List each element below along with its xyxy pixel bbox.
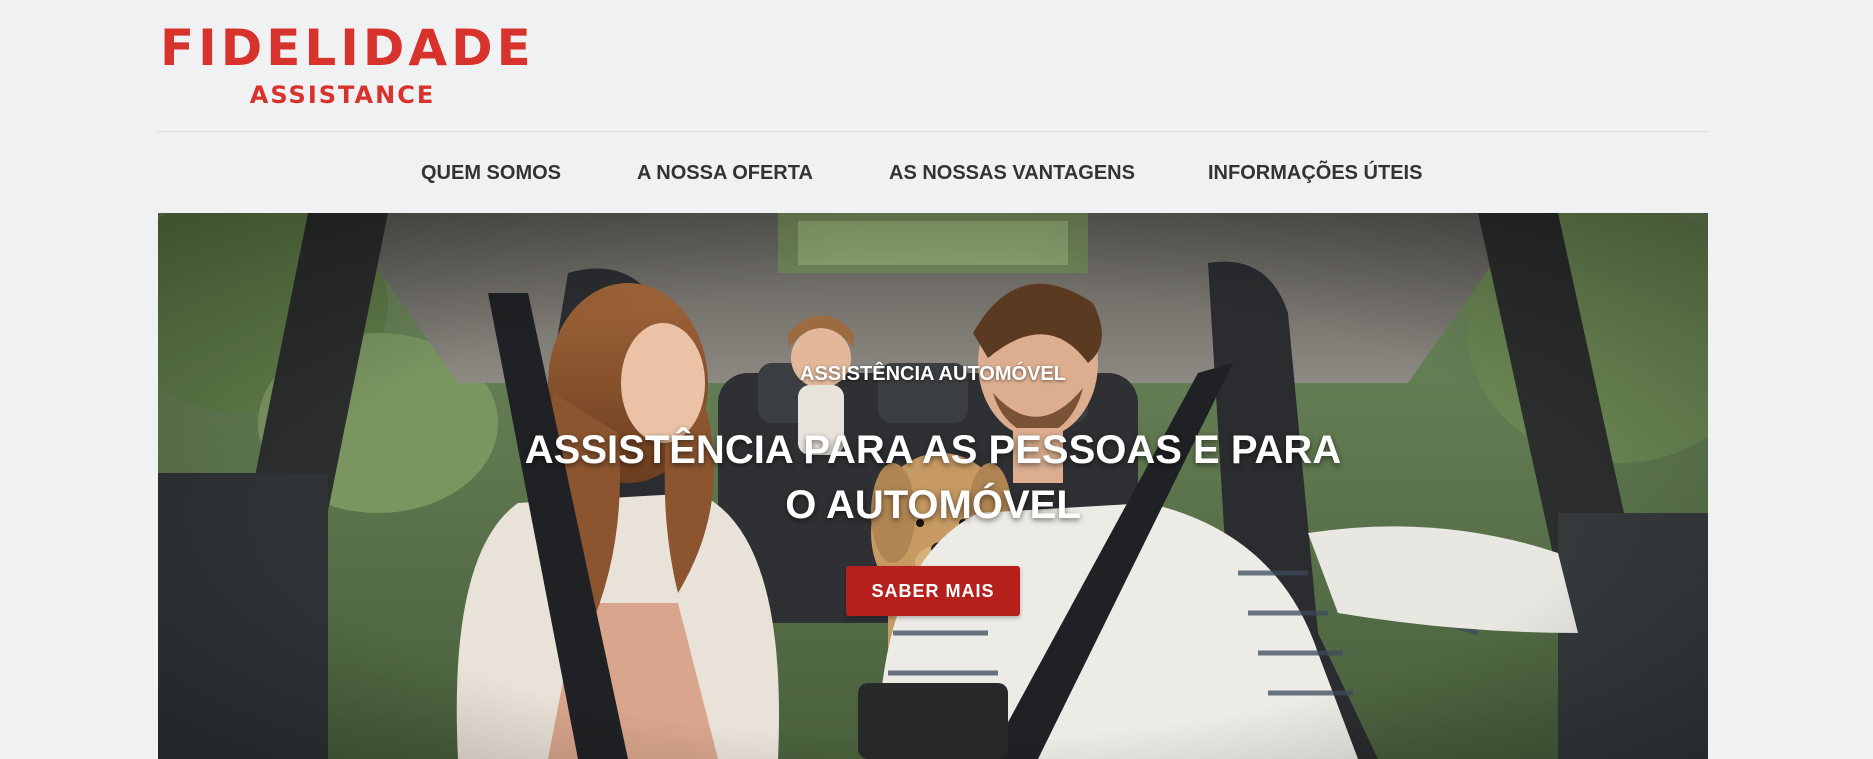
nav-item-as-nossas-vantagens[interactable]: AS NOSSAS VANTAGENS — [889, 158, 1135, 188]
page: FIDELIDADE ASSISTANCE QUEM SOMOS A NOSSA… — [0, 0, 1873, 759]
nav-item-informacoes-uteis[interactable]: INFORMAÇÕES ÚTEIS — [1208, 158, 1422, 188]
hero-banner: ASSISTÊNCIA AUTOMÓVEL ASSISTÊNCIA PARA A… — [158, 213, 1708, 759]
brand-logo[interactable]: FIDELIDADE ASSISTANCE — [160, 19, 535, 112]
saber-mais-button[interactable]: SABER MAIS — [846, 566, 1020, 616]
hero-headline: ASSISTÊNCIA PARA AS PESSOAS E PARA O AUT… — [524, 428, 1342, 527]
brand-logo-subtitle: ASSISTANCE — [249, 81, 436, 109]
hero-content: ASSISTÊNCIA AUTOMÓVEL ASSISTÊNCIA PARA A… — [158, 213, 1708, 759]
main-nav: QUEM SOMOS A NOSSA OFERTA AS NOSSAS VANT… — [0, 158, 1873, 188]
header-divider — [158, 131, 1708, 132]
nav-item-a-nossa-oferta[interactable]: A NOSSA OFERTA — [637, 158, 813, 188]
hero-eyebrow: ASSISTÊNCIA AUTOMÓVEL — [800, 363, 1066, 385]
nav-item-quem-somos[interactable]: QUEM SOMOS — [421, 158, 561, 188]
brand-logo-wordmark: FIDELIDADE — [160, 19, 535, 77]
